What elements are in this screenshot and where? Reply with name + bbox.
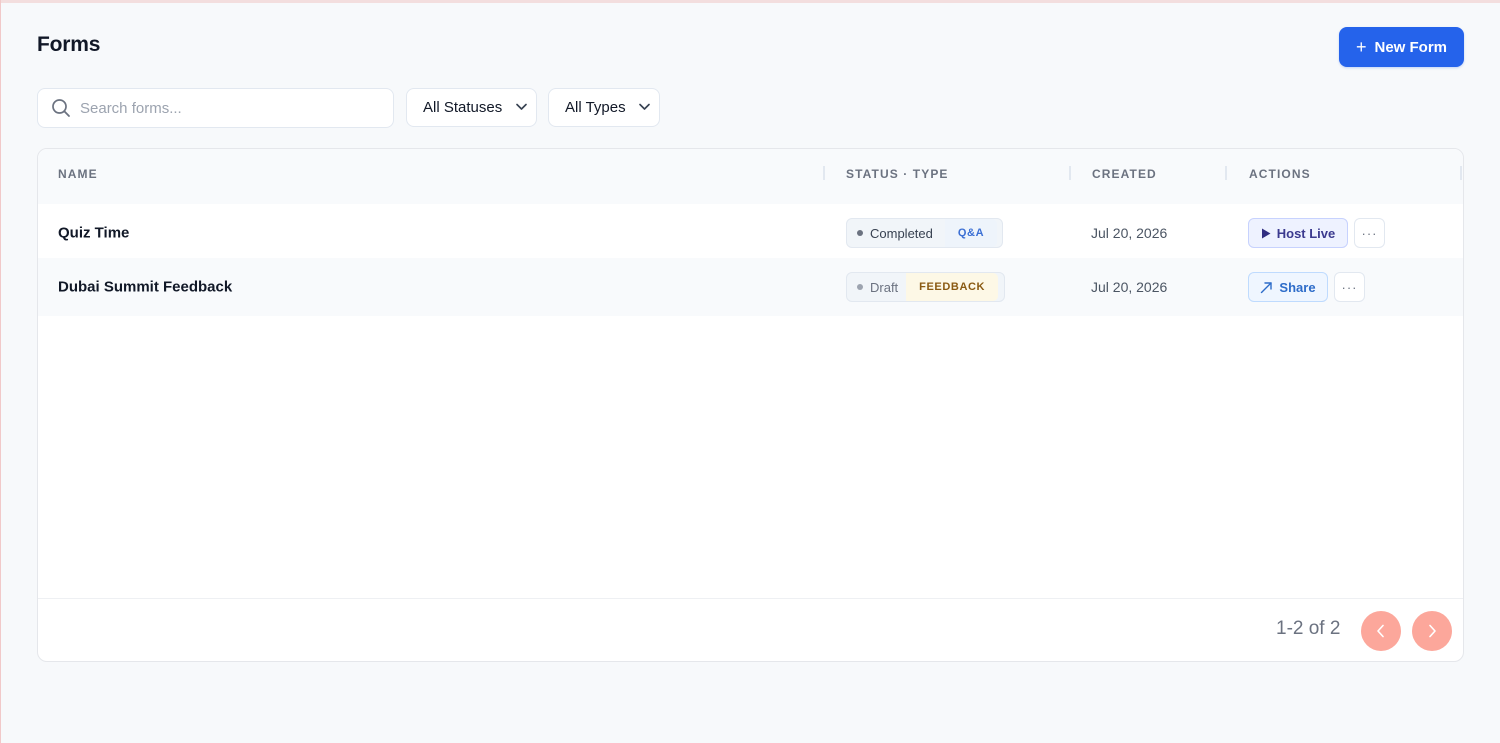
share-arrow-icon [1261,281,1273,293]
host-live-button[interactable]: Host Live [1248,218,1348,248]
column-header-status-type: STATUS · TYPE [846,167,949,181]
type-tag: Q&A [944,219,998,247]
column-resize-handle[interactable] [823,166,825,180]
column-resize-handle[interactable] [1069,166,1071,180]
status-dot-icon [857,284,863,290]
chevron-left-icon [1377,624,1384,638]
type-filter-select[interactable]: All Types [548,88,660,127]
type-filter-value: All Types [565,99,626,116]
chevron-down-icon [639,103,650,110]
more-actions-button[interactable]: ··· [1334,272,1365,302]
column-header-created: CREATED [1092,167,1157,181]
status-type-badge: Draft FEEDBACK [846,272,1005,302]
forms-table: NAME STATUS · TYPE CREATED ACTIONS Quiz … [37,148,1464,662]
status-label: Completed [870,225,933,241]
share-button[interactable]: Share [1248,272,1328,302]
status-filter-value: All Statuses [423,99,503,116]
window-left-edge [0,0,1,743]
status-dot-icon [857,230,863,236]
plus-icon: + [1355,36,1367,57]
form-name[interactable]: Quiz Time [58,225,129,242]
pagination-range: 1-2 of 2 [1276,618,1341,639]
type-tag: FEEDBACK [906,273,999,301]
table-row[interactable]: Dubai Summit Feedback Draft FEEDBACK Jul… [38,258,1463,316]
play-icon [1261,228,1271,238]
table-footer: 1-2 of 2 [38,598,1463,661]
created-date: Jul 20, 2026 [1091,279,1168,295]
page-title: Forms [37,33,101,56]
column-resize-handle[interactable] [1460,166,1462,180]
new-form-button[interactable]: + New Form [1339,27,1464,67]
previous-page-button[interactable] [1361,611,1401,651]
column-header-actions: ACTIONS [1249,167,1311,181]
table-row[interactable]: Quiz Time Completed Q&A Jul 20, 2026 Hos… [38,204,1463,262]
share-label: Share [1279,279,1316,295]
status-type-badge: Completed Q&A [846,218,1003,248]
new-form-label: New Form [1374,38,1448,56]
search-input[interactable] [78,98,362,118]
status-filter-select[interactable]: All Statuses [406,88,537,127]
form-name[interactable]: Dubai Summit Feedback [58,279,232,296]
host-live-label: Host Live [1276,225,1336,241]
chevron-right-icon [1429,624,1436,638]
created-date: Jul 20, 2026 [1091,225,1168,241]
search-box[interactable] [37,88,394,128]
chevron-down-icon [516,103,527,110]
search-icon [52,99,70,117]
table-header: NAME STATUS · TYPE CREATED ACTIONS [38,149,1463,204]
status-label: Draft [870,279,899,295]
more-actions-button[interactable]: ··· [1354,218,1385,248]
next-page-button[interactable] [1412,611,1452,651]
column-resize-handle[interactable] [1225,166,1227,180]
window-top-edge [0,0,1500,3]
column-header-name: NAME [58,167,98,181]
